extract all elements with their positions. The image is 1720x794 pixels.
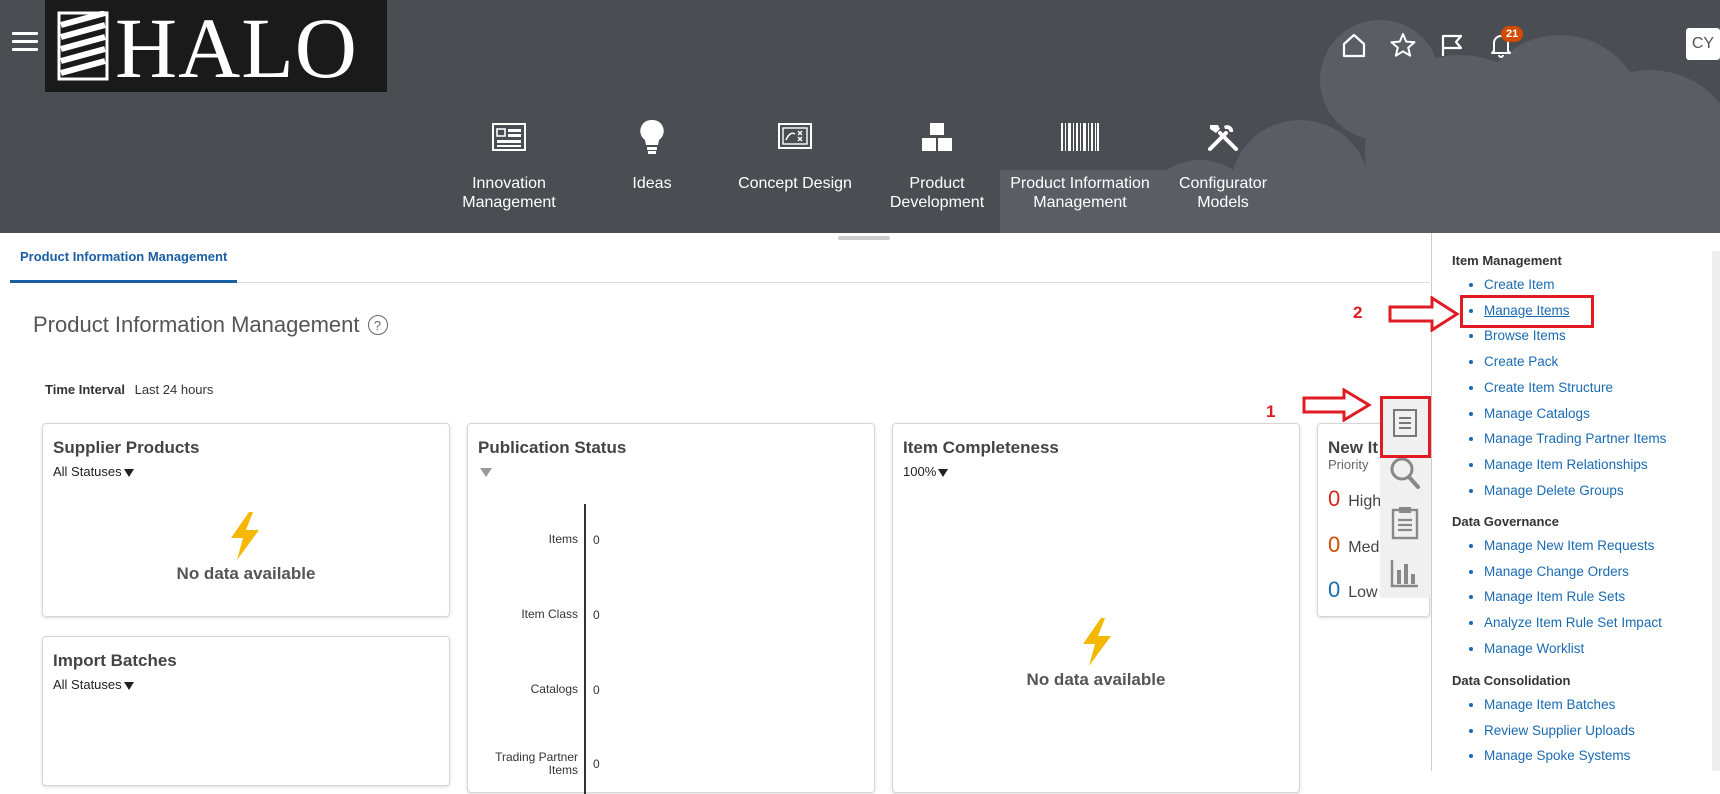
pub-row-label: Items: [548, 532, 578, 546]
page-title: Product Information Management ?: [33, 312, 388, 338]
pub-row-value: 0: [593, 533, 600, 547]
priority-high[interactable]: 0 High: [1328, 486, 1381, 512]
logo-text: HALO: [115, 0, 358, 96]
pub-row-label: Item Class: [521, 607, 578, 621]
item-completeness-card: Item Completeness 100% No data available: [892, 423, 1300, 793]
lightbulb-icon: [640, 119, 664, 154]
time-interval: Time Interval Last 24 hours: [45, 382, 214, 397]
nav-concept-design[interactable]: Concept Design: [720, 118, 870, 193]
task-create-pack[interactable]: Create Pack: [1484, 349, 1666, 375]
tab-bar: Product Information Management: [10, 233, 1430, 283]
panel-scrollbar[interactable]: [1712, 251, 1720, 771]
nav-ideas[interactable]: Ideas: [577, 118, 727, 193]
clipboard-icon: [1391, 507, 1419, 540]
task-manage-item-batches[interactable]: Manage Item Batches: [1484, 692, 1635, 718]
time-interval-value[interactable]: Last 24 hours: [135, 382, 214, 397]
priority-low[interactable]: 0 Low: [1328, 577, 1378, 603]
category-labels: Items Item Class Catalogs Trading Partne…: [468, 424, 578, 794]
priority-medium[interactable]: 0 Med: [1328, 532, 1379, 558]
task-analyze-item-rule-set-impact[interactable]: Analyze Item Rule Set Impact: [1484, 610, 1662, 636]
annotation-arrow-2-icon: [1388, 296, 1460, 332]
task-review-supplier-uploads[interactable]: Review Supplier Uploads: [1484, 718, 1635, 744]
task-manage-trading-partner-items[interactable]: Manage Trading Partner Items: [1484, 426, 1666, 452]
global-header: HALO 21 CY Innovation Management Ideas C…: [0, 0, 1720, 233]
search-icon: [1390, 457, 1420, 489]
caret-down-icon: [123, 468, 134, 477]
tools-icon: [1208, 125, 1238, 151]
task-create-item[interactable]: Create Item: [1484, 272, 1666, 298]
nav-configurator-models[interactable]: Configurator Models: [1148, 118, 1298, 212]
task-create-item-structure[interactable]: Create Item Structure: [1484, 375, 1666, 401]
logo-mark-icon: [57, 11, 109, 81]
completeness-filter[interactable]: 100%: [903, 464, 949, 479]
annotation-step-1: 1: [1266, 402, 1276, 421]
task-manage-catalogs[interactable]: Manage Catalogs: [1484, 401, 1666, 427]
annotation-step-2: 2: [1353, 303, 1363, 322]
group-data-governance: Data Governance Manage New Item Requests…: [1452, 514, 1662, 662]
user-avatar[interactable]: CY: [1686, 28, 1720, 60]
group-item-management: Item Management Create Item Manage Items…: [1452, 253, 1666, 503]
flag-icon[interactable]: [1435, 28, 1469, 62]
pub-row-label: Trading Partner Items: [495, 750, 578, 777]
nav-product-development[interactable]: Product Development: [862, 118, 1012, 212]
pub-row-value: 0: [593, 608, 600, 622]
notifications-bell-icon[interactable]: 21: [1484, 26, 1524, 62]
pub-row-label: Catalogs: [530, 682, 578, 696]
nav-product-information-management[interactable]: Product Information Management: [1005, 118, 1155, 212]
task-manage-item-relationships[interactable]: Manage Item Relationships: [1484, 452, 1666, 478]
task-manage-change-orders[interactable]: Manage Change Orders: [1484, 559, 1662, 585]
help-icon[interactable]: ?: [367, 315, 388, 335]
analytics-panel-button[interactable]: [1380, 548, 1430, 598]
tab-product-information-management[interactable]: Product Information Management: [10, 233, 238, 283]
lightning-bolt-icon: [231, 512, 259, 560]
favorites-star-icon[interactable]: [1386, 28, 1420, 62]
task-manage-worklist[interactable]: Manage Worklist: [1484, 636, 1662, 662]
annotation-arrow-1-icon: [1302, 388, 1372, 422]
lightning-bolt-icon: [1083, 618, 1111, 666]
menu-icon[interactable]: [12, 32, 38, 54]
bar-chart-icon: [1390, 560, 1418, 588]
home-icon[interactable]: [1337, 28, 1371, 62]
supplier-status-filter[interactable]: All Statuses: [53, 464, 134, 479]
task-manage-new-item-requests[interactable]: Manage New Item Requests: [1484, 533, 1662, 559]
barcode-icon: [1061, 123, 1099, 151]
concept-board-icon: [778, 123, 812, 149]
group-data-consolidation: Data Consolidation Manage Item Batches R…: [1452, 673, 1635, 769]
clipboard-panel-button[interactable]: [1380, 498, 1430, 548]
pub-row-value: 0: [593, 683, 600, 697]
dashboard-icon: [492, 123, 526, 151]
chart-axis: [584, 504, 586, 794]
import-batches-card: Import Batches All Statuses: [42, 636, 450, 786]
blocks-icon: [922, 123, 952, 151]
task-manage-delete-groups[interactable]: Manage Delete Groups: [1484, 478, 1666, 504]
nav-innovation-management[interactable]: Innovation Management: [434, 118, 584, 212]
annotation-highlight-manage-items: [1460, 295, 1594, 328]
springboard-nav: Innovation Management Ideas Concept Desi…: [0, 118, 1720, 228]
notification-badge: 21: [1501, 26, 1524, 42]
task-manage-spoke-systems[interactable]: Manage Spoke Systems: [1484, 743, 1635, 769]
halo-logo[interactable]: HALO: [45, 0, 387, 92]
import-status-filter[interactable]: All Statuses: [53, 677, 134, 692]
publication-status-card: Publication Status Items Item Class Cata…: [467, 423, 875, 794]
task-manage-item-rule-sets[interactable]: Manage Item Rule Sets: [1484, 584, 1662, 610]
supplier-products-card: Supplier Products All Statuses No data a…: [42, 423, 450, 617]
caret-down-icon: [938, 468, 949, 477]
caret-down-icon: [123, 681, 134, 690]
pub-row-value: 0: [593, 757, 600, 771]
annotation-highlight-tasks: [1380, 396, 1431, 458]
